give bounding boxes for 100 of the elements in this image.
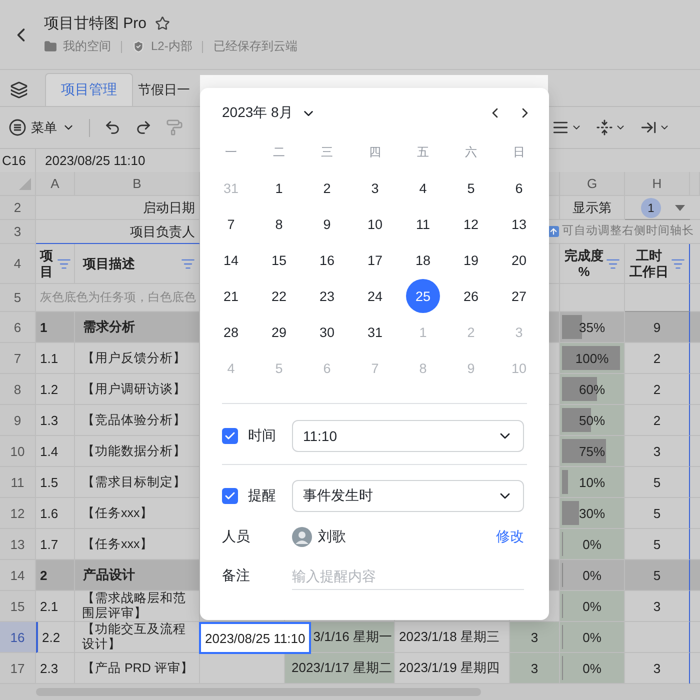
- star-icon[interactable]: [154, 16, 170, 31]
- calendar-day[interactable]: 9: [310, 207, 344, 241]
- calendar-day[interactable]: 10: [358, 207, 392, 241]
- column-title: 工时: [636, 248, 662, 264]
- calendar-day[interactable]: 11: [406, 207, 440, 241]
- calendar-day[interactable]: 4: [406, 171, 440, 205]
- filter-icon[interactable]: [670, 256, 684, 270]
- check-icon: [224, 490, 236, 502]
- avatar: [292, 527, 312, 547]
- time-select[interactable]: 11:10: [292, 420, 524, 452]
- weekday-label: 一: [224, 144, 238, 160]
- calendar-day[interactable]: 20: [502, 243, 536, 277]
- undo-button[interactable]: [104, 119, 121, 136]
- table-cell: [690, 312, 700, 343]
- filter-icon[interactable]: [57, 256, 71, 270]
- table-cell: 9: [625, 312, 690, 343]
- calendar-day[interactable]: 12: [454, 207, 488, 241]
- calendar-day[interactable]: 22: [262, 279, 296, 313]
- table-cell: 3: [510, 653, 560, 684]
- weekday-label: 日: [512, 144, 526, 160]
- table-cell: 1.5: [36, 467, 75, 498]
- column-title: 完成度: [564, 248, 604, 264]
- column-header[interactable]: A: [36, 172, 75, 196]
- calendar-day[interactable]: 13: [502, 207, 536, 241]
- calendar-day[interactable]: 27: [502, 279, 536, 313]
- row-number: 13: [0, 529, 36, 560]
- calendar-day[interactable]: 29: [262, 315, 296, 349]
- calendar-day[interactable]: 15: [262, 243, 296, 277]
- progress-text: 0%: [582, 598, 602, 614]
- weekday-label: 四: [368, 144, 382, 160]
- column-header[interactable]: B: [75, 172, 200, 196]
- row-number: 10: [0, 436, 36, 467]
- calendar-day[interactable]: 17: [358, 243, 392, 277]
- column-title: 项目: [40, 248, 53, 280]
- vertical-align-button[interactable]: [596, 119, 626, 136]
- edit-link[interactable]: 修改: [496, 528, 524, 546]
- progress-text: 100%: [574, 350, 610, 366]
- week-badge[interactable]: 1: [641, 198, 661, 218]
- calendar-day[interactable]: 3: [358, 171, 392, 205]
- calendar-day[interactable]: 26: [454, 279, 488, 313]
- progress-text: 50%: [578, 412, 606, 428]
- weekday-label: 五: [416, 144, 430, 160]
- month-selector[interactable]: 2023年 8月: [222, 104, 316, 122]
- row-number: 3: [0, 220, 36, 244]
- calendar-day[interactable]: 19: [454, 243, 488, 277]
- progress-text: 30%: [578, 506, 606, 520]
- column-header[interactable]: H: [625, 172, 690, 196]
- calendar-day[interactable]: 1: [262, 171, 296, 205]
- column-header[interactable]: G: [560, 172, 625, 196]
- weekday-label: 三: [320, 144, 334, 160]
- weekday-label: 二: [272, 144, 286, 160]
- column-title: 工作日: [630, 264, 668, 280]
- table-cell: 2: [36, 560, 75, 591]
- column-width-button[interactable]: [640, 119, 670, 136]
- row-number: 8: [0, 374, 36, 405]
- formula-value[interactable]: 2023/08/25 11:10: [36, 153, 146, 168]
- reminder-select[interactable]: 事件发生时: [292, 480, 524, 512]
- row-number: 16: [0, 622, 36, 653]
- table-cell: 1: [36, 312, 75, 343]
- caret-icon[interactable]: [675, 204, 685, 210]
- calendar-day[interactable]: 7: [214, 207, 248, 241]
- calendar-day[interactable]: 21: [214, 279, 248, 313]
- table-cell: 5: [625, 498, 690, 529]
- calendar-day[interactable]: 23: [310, 279, 344, 313]
- calendar-day[interactable]: 24: [358, 279, 392, 313]
- align-button[interactable]: [552, 119, 582, 136]
- checkbox[interactable]: [222, 428, 238, 444]
- calendar-day[interactable]: 5: [454, 171, 488, 205]
- checkbox[interactable]: [222, 488, 238, 504]
- calendar-day[interactable]: 2: [310, 171, 344, 205]
- filter-icon[interactable]: [181, 256, 195, 270]
- column-title: %: [578, 264, 590, 280]
- calendar-day[interactable]: 16: [310, 243, 344, 277]
- calendar-day[interactable]: 14: [214, 243, 248, 277]
- row-number: 17: [0, 653, 36, 684]
- row-number: 14: [0, 560, 36, 591]
- progress-text: 0%: [582, 568, 602, 582]
- table-cell: 3: [625, 591, 690, 622]
- table-cell: 2: [625, 405, 690, 436]
- calendar-day[interactable]: 18: [406, 243, 440, 277]
- table-cell: 需求分析: [75, 312, 200, 343]
- table-cell: 5: [625, 560, 690, 591]
- sheet-tab[interactable]: 节假日一: [133, 73, 194, 106]
- filter-icon[interactable]: [606, 256, 620, 270]
- calendar-day[interactable]: 30: [310, 315, 344, 349]
- paint-roller-icon: [166, 119, 183, 136]
- menu-icon: [9, 119, 26, 136]
- breadcrumb-text: 已经保存到云端: [213, 38, 298, 55]
- row-number: 7: [0, 343, 36, 374]
- calendar-day[interactable]: 8: [262, 207, 296, 241]
- calendar-day[interactable]: 25: [406, 279, 440, 313]
- redo-button[interactable]: [135, 119, 152, 136]
- calendar-day[interactable]: 6: [502, 171, 536, 205]
- calendar-day[interactable]: 31: [358, 315, 392, 349]
- menu-button[interactable]: 菜单: [9, 118, 75, 136]
- cell-editor[interactable]: 2023/08/25 11:10: [199, 622, 311, 654]
- progress-text: 10%: [578, 474, 606, 490]
- calendar-day[interactable]: 28: [214, 315, 248, 349]
- layers-icon[interactable]: [10, 80, 28, 98]
- table-cell: 3: [625, 436, 690, 467]
